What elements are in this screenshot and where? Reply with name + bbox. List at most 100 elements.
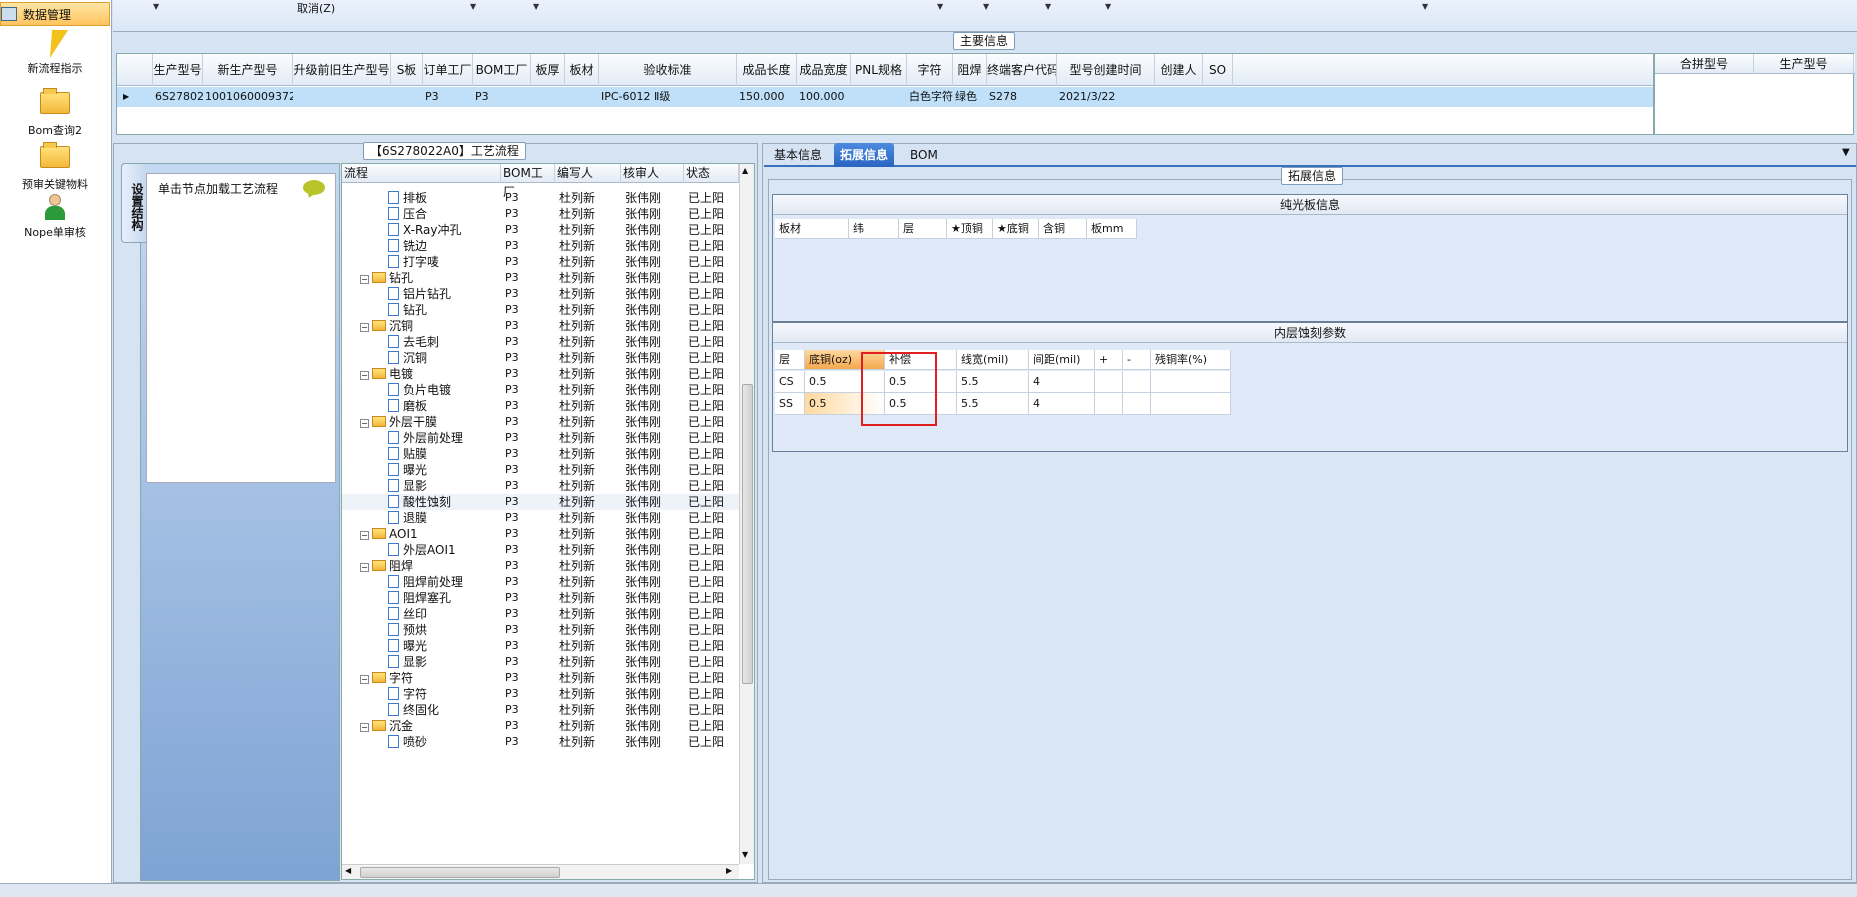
table-cell[interactable]: [1123, 393, 1151, 415]
tree-node[interactable]: 打字唛: [388, 254, 439, 270]
tree-row[interactable]: − 沉铜 P3 杜列新 张伟刚 已上阳: [342, 318, 739, 334]
tree-row[interactable]: 丝印 P3 杜列新 张伟刚 已上阳: [342, 606, 739, 622]
column-header[interactable]: -: [1123, 350, 1151, 370]
column-header[interactable]: 板材: [775, 219, 849, 239]
node-list[interactable]: [146, 173, 336, 483]
column-header[interactable]: 阻焊: [953, 54, 987, 86]
column-header[interactable]: 成品宽度: [797, 54, 851, 86]
tree-node[interactable]: 排板: [388, 190, 427, 206]
cancel-button[interactable]: 取消(Z): [297, 0, 335, 16]
chevron-down-icon[interactable]: ▼: [1422, 2, 1428, 11]
tab-structure[interactable]: 设置结构: [121, 163, 146, 243]
tree-row[interactable]: − AOI1 P3 杜列新 张伟刚 已上阳: [342, 526, 739, 542]
column-header[interactable]: BOM工厂: [501, 164, 555, 199]
tree-row[interactable]: 阻焊前处理 P3 杜列新 张伟刚 已上阳: [342, 574, 739, 590]
nav-header[interactable]: 数据管理: [0, 2, 110, 26]
tree-row[interactable]: 磨板 P3 杜列新 张伟刚 已上阳: [342, 398, 739, 414]
column-header[interactable]: PNL规格: [851, 54, 907, 86]
tree-row[interactable]: 去毛刺 P3 杜列新 张伟刚 已上阳: [342, 334, 739, 350]
column-header[interactable]: 生产型号: [153, 54, 203, 86]
column-header[interactable]: 型号创建时间: [1057, 54, 1155, 86]
table-cell[interactable]: [1123, 371, 1151, 393]
tree-row[interactable]: 外层AOI1 P3 杜列新 张伟刚 已上阳: [342, 542, 739, 558]
table-cell[interactable]: CS: [775, 371, 805, 393]
collapse-icon[interactable]: −: [360, 563, 369, 572]
column-header[interactable]: 线宽(mil): [957, 350, 1029, 370]
tree-row[interactable]: − 电镀 P3 杜列新 张伟刚 已上阳: [342, 366, 739, 382]
column-header[interactable]: SO: [1203, 54, 1233, 86]
chevron-down-icon[interactable]: ▼: [1842, 147, 1850, 158]
tree-node[interactable]: − 沉铜: [360, 318, 413, 334]
collapse-icon[interactable]: −: [360, 419, 369, 428]
chevron-down-icon[interactable]: ▼: [937, 2, 943, 11]
column-header[interactable]: 升级前旧生产型号: [293, 54, 391, 86]
tree-row[interactable]: 退膜 P3 杜列新 张伟刚 已上阳: [342, 510, 739, 526]
tab-bom[interactable]: BOM: [904, 143, 944, 167]
tree-node[interactable]: 铝片钻孔: [388, 286, 451, 302]
tree-node[interactable]: 显影: [388, 478, 427, 494]
chevron-down-icon[interactable]: ▼: [983, 2, 989, 11]
tree-row[interactable]: − 字符 P3 杜列新 张伟刚 已上阳: [342, 670, 739, 686]
tree-row[interactable]: 喷砂 P3 杜列新 张伟刚 已上阳: [342, 734, 739, 750]
column-header[interactable]: 残铜率(%): [1151, 350, 1231, 370]
tree-node[interactable]: 钻孔: [388, 302, 427, 318]
nav-item-prereview[interactable]: 预审关键物料: [0, 140, 110, 192]
tree-row[interactable]: 酸性蚀刻 P3 杜列新 张伟刚 已上阳: [342, 494, 739, 510]
tree-node[interactable]: 沉铜: [388, 350, 427, 366]
table-cell[interactable]: [1151, 371, 1231, 393]
column-header[interactable]: 流程: [342, 164, 501, 183]
tree-node[interactable]: 外层前处理: [388, 430, 463, 446]
chevron-down-icon[interactable]: ▼: [153, 2, 159, 11]
chevron-down-icon[interactable]: ▼: [1045, 2, 1051, 11]
tree-node[interactable]: 曝光: [388, 462, 427, 478]
column-header[interactable]: 板mm: [1087, 219, 1137, 239]
tree-node[interactable]: 磨板: [388, 398, 427, 414]
tree-node[interactable]: 显影: [388, 654, 427, 670]
tree-row[interactable]: 排板 P3 杜列新 张伟刚 已上阳: [342, 190, 739, 206]
collapse-icon[interactable]: −: [360, 723, 369, 732]
scroll-down-icon[interactable]: ▼: [742, 850, 748, 859]
column-header[interactable]: 状态: [684, 164, 739, 183]
tree-node[interactable]: 喷砂: [388, 734, 427, 750]
collapse-icon[interactable]: −: [360, 531, 369, 540]
nav-item-bom-query[interactable]: Bom查询2: [0, 86, 110, 138]
tree-node[interactable]: − AOI1: [360, 526, 418, 542]
tree-row[interactable]: 沉铜 P3 杜列新 张伟刚 已上阳: [342, 350, 739, 366]
tree-row[interactable]: 打字唛 P3 杜列新 张伟刚 已上阳: [342, 254, 739, 270]
column-header[interactable]: 间距(mil): [1029, 350, 1095, 370]
tree-node[interactable]: 阻焊塞孔: [388, 590, 451, 606]
tree-row[interactable]: 压合 P3 杜列新 张伟刚 已上阳: [342, 206, 739, 222]
table-cell[interactable]: 4: [1029, 371, 1095, 393]
tree-node[interactable]: − 沉金: [360, 718, 413, 734]
column-header[interactable]: 验收标准: [599, 54, 737, 86]
column-header[interactable]: S板: [391, 54, 423, 86]
tree-row[interactable]: 外层前处理 P3 杜列新 张伟刚 已上阳: [342, 430, 739, 446]
horizontal-scrollbar[interactable]: ◀ ▶: [342, 864, 739, 879]
table-cell[interactable]: [1095, 393, 1123, 415]
tree-row[interactable]: 曝光 P3 杜列新 张伟刚 已上阳: [342, 638, 739, 654]
tree-node[interactable]: 终固化: [388, 702, 439, 718]
table-cell[interactable]: [1151, 393, 1231, 415]
tree-node[interactable]: 去毛刺: [388, 334, 439, 350]
tree-node[interactable]: − 阻焊: [360, 558, 413, 574]
tab-basic-info[interactable]: 基本信息: [768, 143, 828, 167]
tree-row[interactable]: X-Ray冲孔 P3 杜列新 张伟刚 已上阳: [342, 222, 739, 238]
tree-row[interactable]: 铣边 P3 杜列新 张伟刚 已上阳: [342, 238, 739, 254]
column-header[interactable]: 含铜: [1039, 219, 1087, 239]
tree-row[interactable]: 字符 P3 杜列新 张伟刚 已上阳: [342, 686, 739, 702]
tree-node[interactable]: 酸性蚀刻: [388, 494, 451, 510]
production-model-column[interactable]: 生产型号: [1754, 54, 1854, 74]
column-header[interactable]: 纬: [849, 219, 899, 239]
tree-row[interactable]: 钻孔 P3 杜列新 张伟刚 已上阳: [342, 302, 739, 318]
tree-node[interactable]: 阻焊前处理: [388, 574, 463, 590]
scroll-left-icon[interactable]: ◀: [345, 866, 351, 875]
column-header[interactable]: 终端客户代码: [987, 54, 1057, 86]
tree-node[interactable]: 铣边: [388, 238, 427, 254]
nav-item-nope-review[interactable]: Nope单审核: [0, 194, 110, 240]
tree-node[interactable]: − 字符: [360, 670, 413, 686]
tab-extended-info[interactable]: 拓展信息: [834, 143, 895, 167]
tree-node[interactable]: − 钻孔: [360, 270, 413, 286]
table-row[interactable]: ▶ 6S278022A010010600093720 P3 P3 IPC-6012 Ⅱ…: [117, 87, 1653, 107]
column-header[interactable]: 板材: [565, 54, 599, 86]
chevron-down-icon[interactable]: ▼: [1105, 2, 1111, 11]
